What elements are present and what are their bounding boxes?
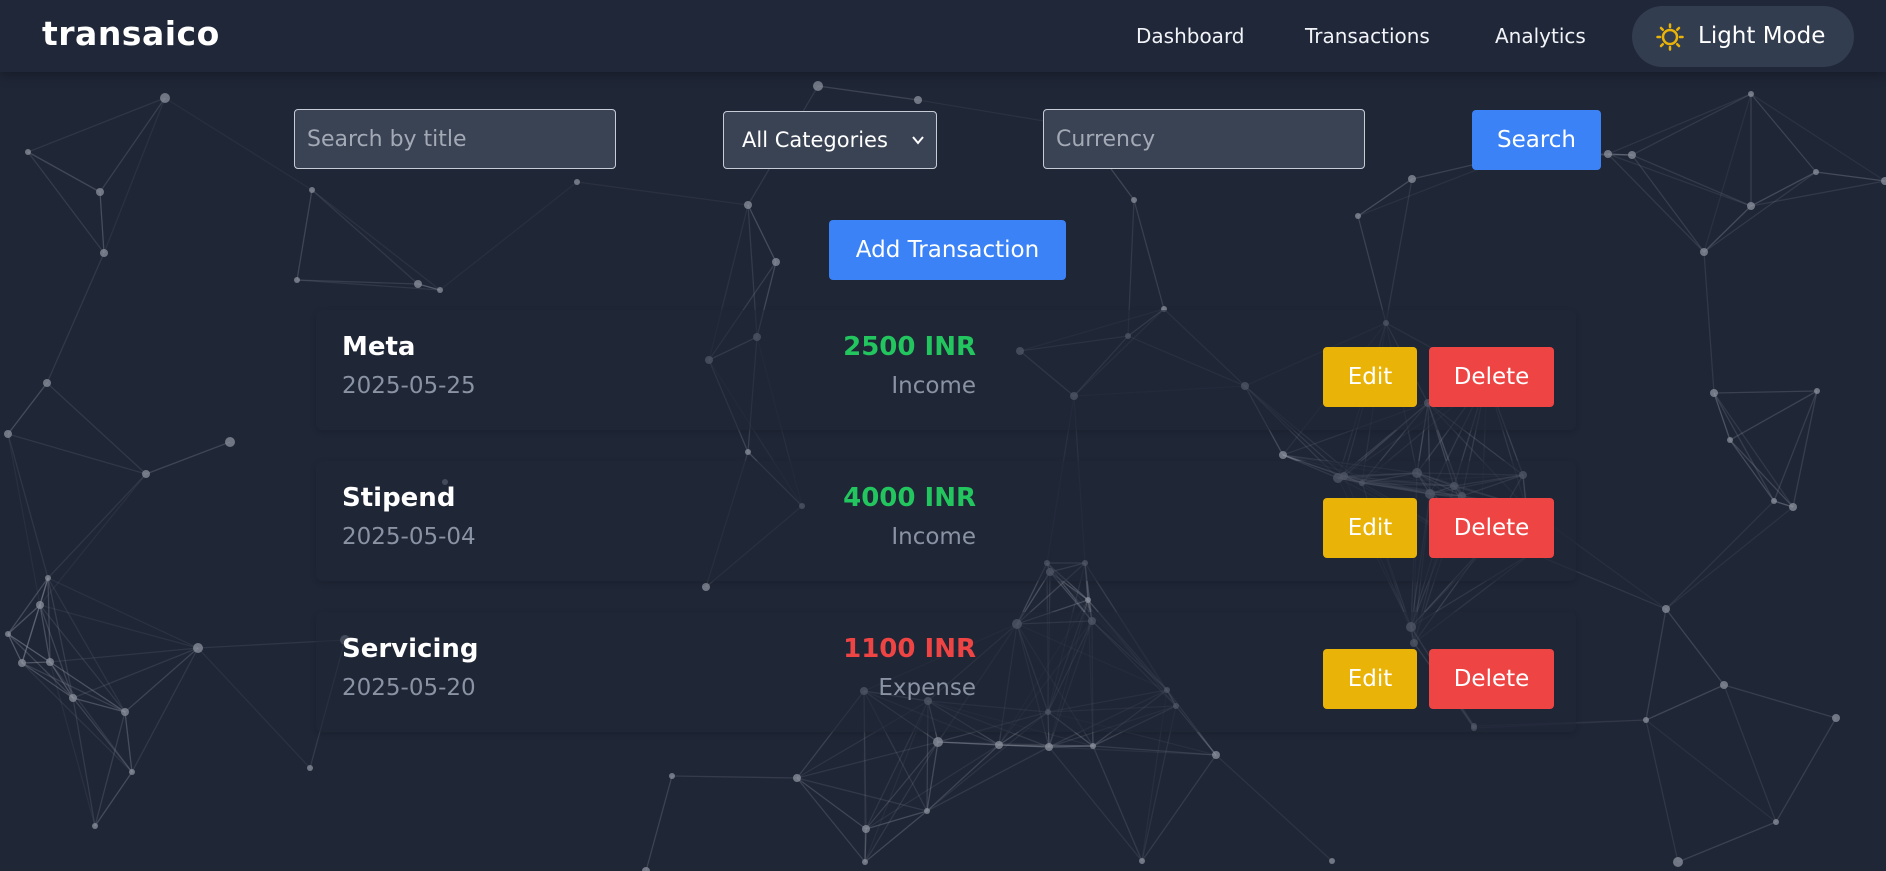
transaction-type: Income bbox=[891, 373, 976, 399]
transaction-amount: 2500 INR bbox=[843, 332, 976, 362]
nav-link-transactions[interactable]: Transactions bbox=[1305, 24, 1430, 48]
edit-button[interactable]: Edit bbox=[1323, 649, 1417, 709]
nav-link-analytics[interactable]: Analytics bbox=[1495, 24, 1586, 48]
transaction-card: Servicing 2025-05-20 1100 INR Expense Ed… bbox=[316, 612, 1576, 732]
light-mode-label: Light Mode bbox=[1698, 23, 1826, 49]
transaction-date: 2025-05-25 bbox=[342, 373, 476, 399]
transaction-date: 2025-05-20 bbox=[342, 675, 476, 701]
transaction-title: Stipend bbox=[342, 483, 456, 513]
transaction-type: Income bbox=[891, 524, 976, 550]
edit-button[interactable]: Edit bbox=[1323, 347, 1417, 407]
delete-button[interactable]: Delete bbox=[1429, 498, 1554, 558]
transaction-date: 2025-05-04 bbox=[342, 524, 476, 550]
category-select-value: All Categories bbox=[742, 128, 888, 152]
search-button[interactable]: Search bbox=[1472, 110, 1601, 170]
delete-button[interactable]: Delete bbox=[1429, 347, 1554, 407]
delete-button[interactable]: Delete bbox=[1429, 649, 1554, 709]
category-select[interactable]: All Categories bbox=[723, 111, 937, 169]
particle-network-background bbox=[4, 81, 1886, 871]
transaction-card: Meta 2025-05-25 2500 INR Income Edit Del… bbox=[316, 310, 1576, 430]
edit-button[interactable]: Edit bbox=[1323, 498, 1417, 558]
transaction-title: Servicing bbox=[342, 634, 479, 664]
nav-link-dashboard[interactable]: Dashboard bbox=[1136, 24, 1245, 48]
sun-icon bbox=[1656, 23, 1684, 51]
transaction-amount: 4000 INR bbox=[843, 483, 976, 513]
navbar: transaico Dashboard Transactions Analyti… bbox=[0, 0, 1886, 72]
transaction-type: Expense bbox=[878, 675, 976, 701]
transaction-amount: 1100 INR bbox=[843, 634, 976, 664]
transaction-title: Meta bbox=[342, 332, 416, 362]
transaction-card: Stipend 2025-05-04 4000 INR Income Edit … bbox=[316, 461, 1576, 581]
currency-input[interactable] bbox=[1043, 109, 1365, 169]
brand-logo[interactable]: transaico bbox=[42, 14, 220, 53]
light-mode-toggle[interactable]: Light Mode bbox=[1632, 6, 1854, 67]
chevron-down-icon bbox=[912, 136, 924, 145]
search-title-input[interactable] bbox=[294, 109, 616, 169]
add-transaction-button[interactable]: Add Transaction bbox=[829, 220, 1066, 280]
